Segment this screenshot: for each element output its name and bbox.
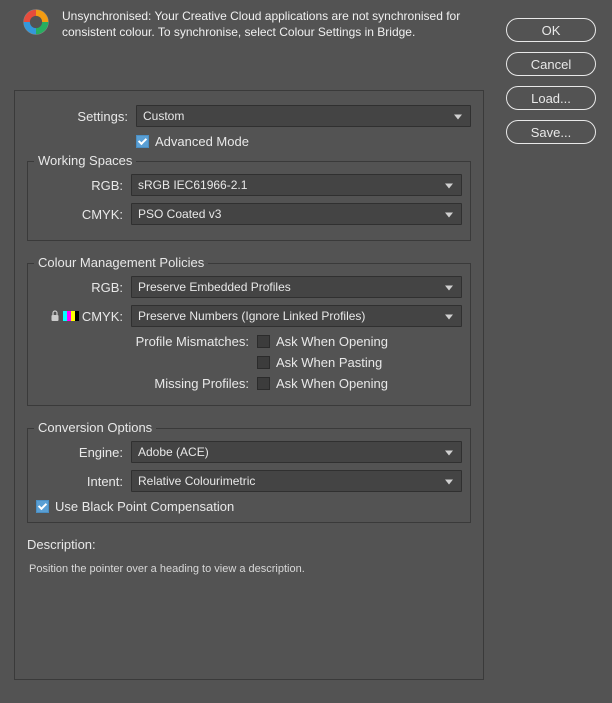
pol-cmyk-label: CMYK: xyxy=(82,309,123,324)
ws-cmyk-value: PSO Coated v3 xyxy=(138,207,221,221)
pol-cmyk-select[interactable]: Preserve Numbers (Ignore Linked Profiles… xyxy=(131,305,462,327)
working-spaces-group: Working Spaces RGB: sRGB IEC61966-2.1 CM… xyxy=(27,161,471,241)
mismatch-ask-pasting-checkbox[interactable] xyxy=(257,356,270,369)
intent-value: Relative Colourimetric xyxy=(138,474,255,488)
black-point-checkbox[interactable] xyxy=(36,500,49,513)
ws-cmyk-select[interactable]: PSO Coated v3 xyxy=(131,203,462,225)
mismatch-ask-opening-label[interactable]: Ask When Opening xyxy=(276,334,388,349)
conversion-title: Conversion Options xyxy=(34,420,156,435)
lock-icon xyxy=(50,310,60,322)
mismatch-ask-opening-checkbox[interactable] xyxy=(257,335,270,348)
sync-warning-text: Unsynchronised: Your Creative Cloud appl… xyxy=(62,8,492,40)
load-button[interactable]: Load... xyxy=(506,86,596,110)
pol-rgb-label: RGB: xyxy=(36,280,131,295)
pol-rgb-value: Preserve Embedded Profiles xyxy=(138,280,291,294)
ws-rgb-select[interactable]: sRGB IEC61966-2.1 xyxy=(131,174,462,196)
cmyk-swatch-icon xyxy=(63,311,79,321)
ws-rgb-value: sRGB IEC61966-2.1 xyxy=(138,178,247,192)
engine-select[interactable]: Adobe (ACE) xyxy=(131,441,462,463)
description-block: Description: Position the pointer over a… xyxy=(27,537,471,628)
advanced-mode-checkbox[interactable] xyxy=(136,135,149,148)
ws-rgb-label: RGB: xyxy=(36,178,131,193)
black-point-label[interactable]: Use Black Point Compensation xyxy=(55,499,234,514)
ws-cmyk-label: CMYK: xyxy=(36,207,131,222)
pol-cmyk-value: Preserve Numbers (Ignore Linked Profiles… xyxy=(138,309,365,323)
missing-ask-opening-checkbox[interactable] xyxy=(257,377,270,390)
intent-select[interactable]: Relative Colourimetric xyxy=(131,470,462,492)
settings-label: Settings: xyxy=(27,109,136,124)
engine-value: Adobe (ACE) xyxy=(138,445,209,459)
description-title: Description: xyxy=(27,537,471,552)
policies-title: Colour Management Policies xyxy=(34,255,208,270)
settings-select[interactable]: Custom xyxy=(136,105,471,127)
missing-profiles-label: Missing Profiles: xyxy=(36,376,257,391)
settings-panel: Settings: Custom Advanced Mode Working S… xyxy=(14,90,484,680)
intent-label: Intent: xyxy=(36,474,131,489)
working-spaces-title: Working Spaces xyxy=(34,153,136,168)
dialog-buttons: OK Cancel Load... Save... xyxy=(506,18,596,144)
settings-value: Custom xyxy=(143,109,184,123)
cancel-button[interactable]: Cancel xyxy=(506,52,596,76)
ok-button[interactable]: OK xyxy=(506,18,596,42)
engine-label: Engine: xyxy=(36,445,131,460)
policies-group: Colour Management Policies RGB: Preserve… xyxy=(27,263,471,406)
advanced-mode-label[interactable]: Advanced Mode xyxy=(155,134,249,149)
pol-rgb-select[interactable]: Preserve Embedded Profiles xyxy=(131,276,462,298)
save-button[interactable]: Save... xyxy=(506,120,596,144)
sync-warning: Unsynchronised: Your Creative Cloud appl… xyxy=(22,8,492,40)
mismatch-ask-pasting-label[interactable]: Ask When Pasting xyxy=(276,355,382,370)
description-text: Position the pointer over a heading to v… xyxy=(27,558,471,628)
missing-ask-opening-label[interactable]: Ask When Opening xyxy=(276,376,388,391)
profile-mismatches-label: Profile Mismatches: xyxy=(36,334,257,349)
creative-cloud-icon xyxy=(22,8,50,36)
conversion-group: Conversion Options Engine: Adobe (ACE) I… xyxy=(27,428,471,523)
